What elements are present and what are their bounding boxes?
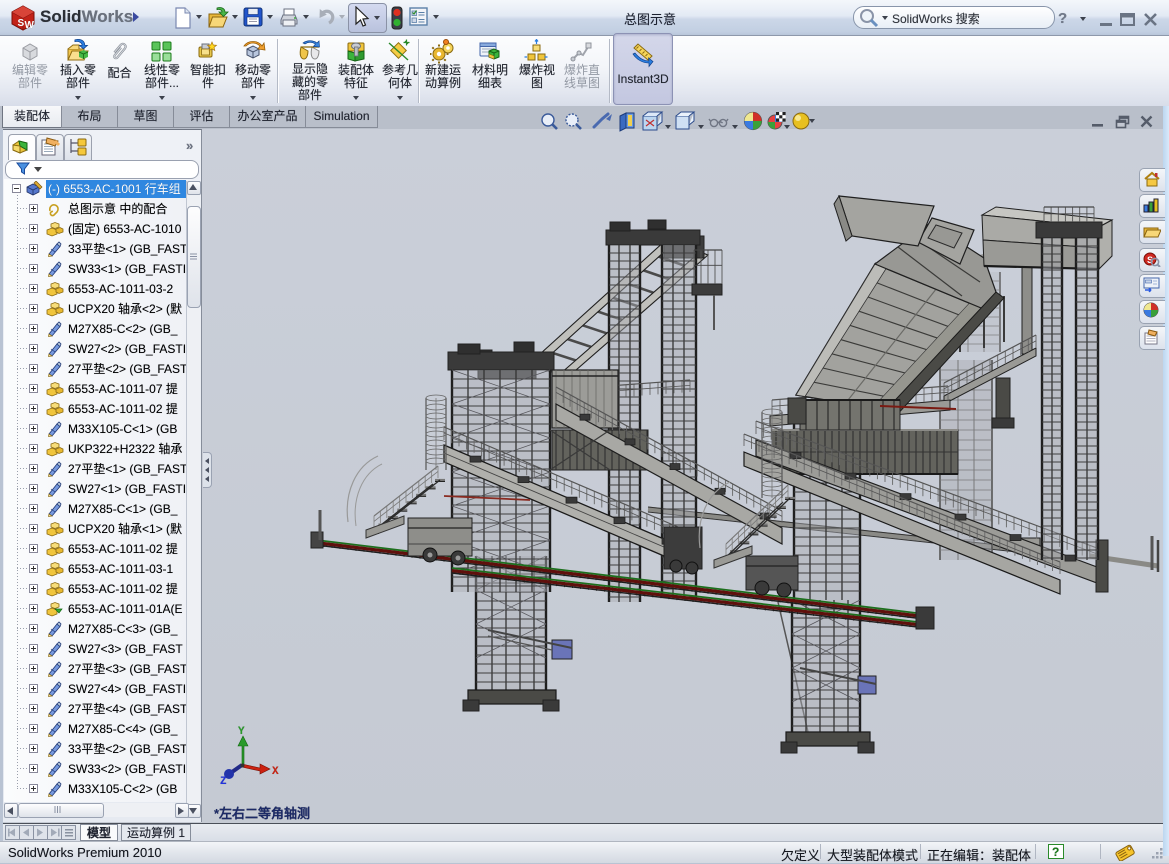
svg-text:Y: Y (238, 726, 245, 738)
svg-text:Z: Z (220, 776, 227, 788)
svg-text:W: W (25, 20, 35, 31)
svg-text:?: ? (1052, 845, 1059, 859)
svg-text:X: X (272, 766, 279, 778)
svg-text:S: S (18, 18, 25, 29)
